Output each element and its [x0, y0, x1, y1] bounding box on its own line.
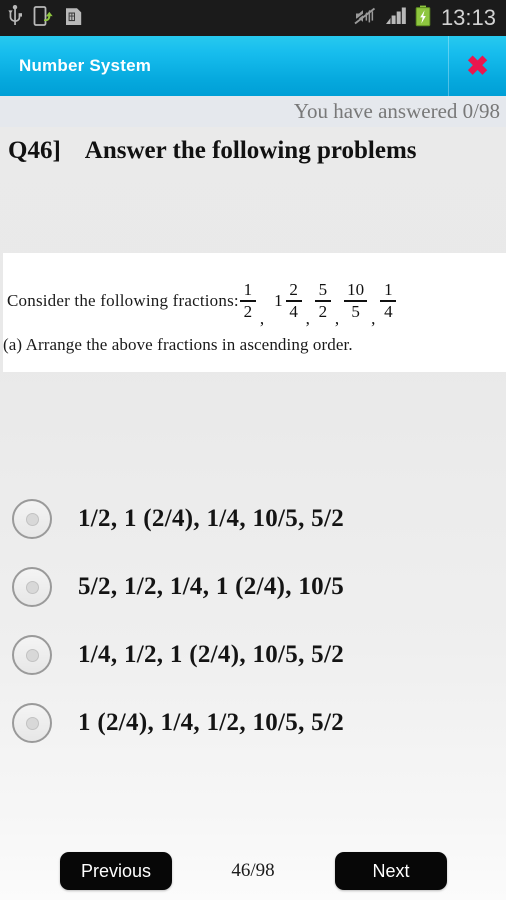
fraction-numerator: 1 [384, 280, 393, 300]
fraction-numerator: 10 [347, 280, 365, 300]
fraction-separator: , [305, 309, 310, 328]
status-bar-right-icons: 13:13 [353, 4, 496, 32]
fraction-1: 1 2 [239, 280, 256, 321]
radio-button-2[interactable] [12, 567, 52, 607]
question-image-line-1: Consider the following fractions: 1 2 , … [7, 271, 397, 331]
option-row-1[interactable]: 1/2, 1 (2/4), 1/4, 10/5, 5/2 [0, 485, 506, 553]
option-row-4[interactable]: 1 (2/4), 1/4, 1/2, 10/5, 5/2 [0, 689, 506, 757]
status-bar-left-icons [6, 4, 86, 32]
fraction-numerator: 5 [318, 280, 328, 300]
radio-inner-dot [25, 648, 39, 662]
fraction-separator: , [371, 309, 376, 328]
radio-button-1[interactable] [12, 499, 52, 539]
sim-card-icon [64, 5, 86, 32]
fraction-separator: , [334, 309, 340, 328]
answered-count-label: You have answered 0/98 [293, 99, 500, 123]
usb-icon [6, 4, 24, 32]
option-row-3[interactable]: 1/4, 1/2, 1 (2/4), 10/5, 5/2 [0, 621, 506, 689]
fraction-denominator: 2 [243, 302, 253, 321]
battery-charging-icon [415, 5, 431, 32]
question-title-row: Q46] Answer the following problems [0, 127, 506, 175]
sd-transfer-icon [33, 5, 55, 32]
question-heading: Answer the following problems [84, 137, 417, 164]
signal-bars-icon [385, 6, 407, 31]
radio-inner-dot [25, 580, 39, 594]
fraction-separator: , [259, 309, 265, 328]
fraction-denominator: 4 [289, 302, 298, 321]
fraction-3: 5 2 [314, 280, 331, 321]
option-label-3: 1/4, 1/2, 1 (2/4), 10/5, 5/2 [78, 641, 345, 668]
fraction-denominator: 2 [318, 302, 328, 321]
question-prompt: Consider the following fractions: [7, 291, 239, 310]
radio-button-4[interactable] [12, 703, 52, 743]
answered-status-bar: You have answered 0/98 [0, 96, 506, 127]
radio-inner-dot [25, 512, 39, 526]
option-label-1: 1/2, 1 (2/4), 1/4, 10/5, 5/2 [78, 505, 345, 532]
fraction-4: 10 5 [344, 280, 368, 321]
fraction-denominator: 4 [384, 302, 393, 321]
question-number: Q46] [8, 137, 61, 164]
radio-inner-dot [25, 716, 39, 730]
radio-button-3[interactable] [12, 635, 52, 675]
fraction-2: 2 4 [285, 280, 302, 321]
page-title: Number System [19, 56, 152, 75]
question-image: Consider the following fractions: 1 2 , … [3, 253, 506, 372]
close-button[interactable]: ✖ [448, 36, 506, 96]
fraction-numerator: 1 [243, 280, 253, 300]
options-list: 1/2, 1 (2/4), 1/4, 10/5, 5/2 5/2, 1/2, 1… [0, 485, 506, 757]
sub-question-text: (a) Arrange the above fractions in ascen… [3, 335, 353, 354]
close-icon: ✖ [466, 50, 489, 81]
mixed-whole-part: 1 [274, 291, 283, 310]
title-bar: Number System ✖ [0, 36, 506, 96]
navigation-footer: Previous 46/98 Next [0, 840, 506, 900]
fraction-5: 1 4 [380, 280, 397, 321]
option-row-2[interactable]: 5/2, 1/2, 1/4, 1 (2/4), 10/5 [0, 553, 506, 621]
fraction-numerator: 2 [289, 280, 298, 300]
option-label-4: 1 (2/4), 1/4, 1/2, 10/5, 5/2 [78, 709, 345, 736]
option-label-2: 5/2, 1/2, 1/4, 1 (2/4), 10/5 [78, 573, 345, 600]
clock-label: 13:13 [440, 5, 496, 30]
next-button[interactable]: Next [335, 852, 447, 890]
vibrate-mute-icon [353, 4, 377, 31]
status-bar: 13:13 [0, 0, 506, 36]
app-screen: 13:13 Number System ✖ You have answered … [0, 0, 506, 900]
fraction-denominator: 5 [351, 302, 360, 321]
